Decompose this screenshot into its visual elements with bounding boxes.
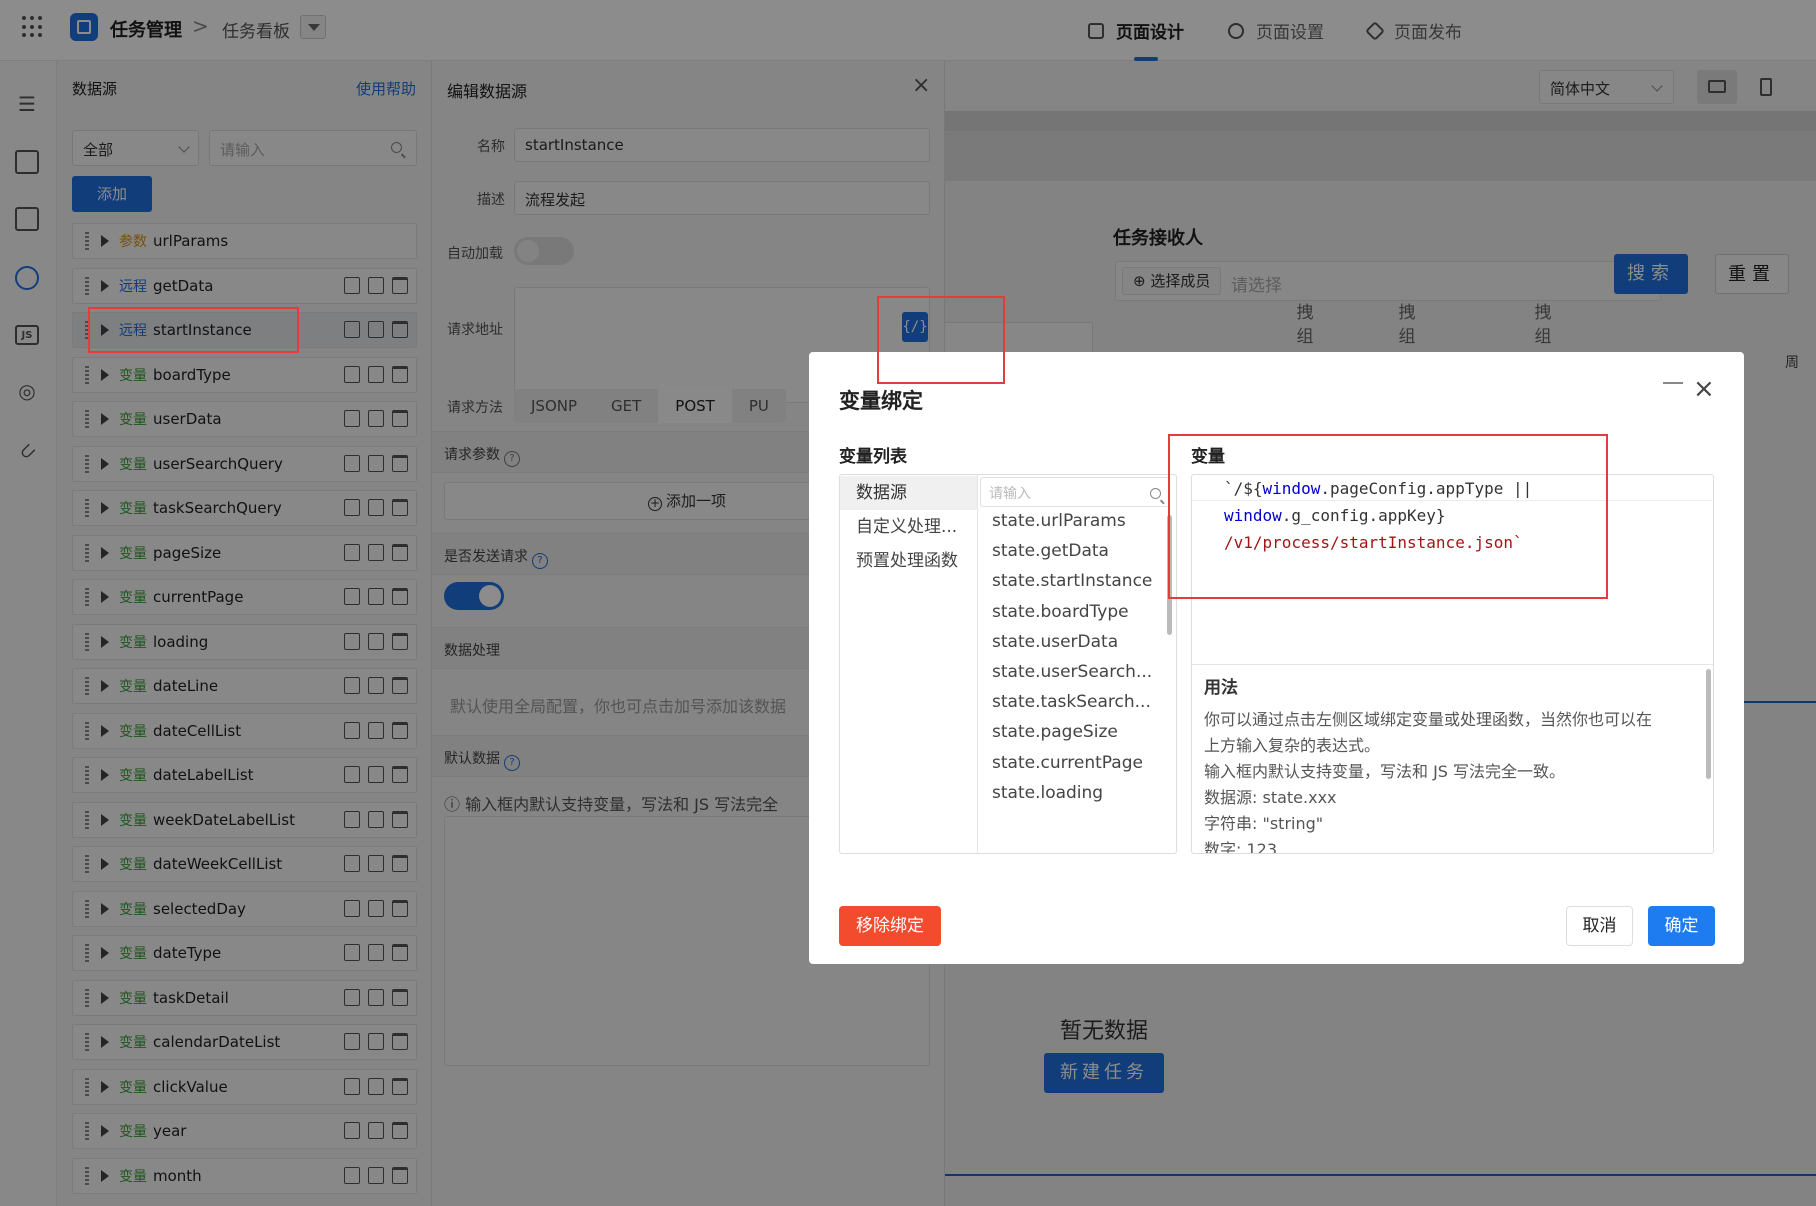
variable-binding-dialog: 变量绑定 × 变量列表 变量 数据源 自定义处理... 预置处理函数 请输入 s… xyxy=(809,352,1744,964)
dialog-title: 变量绑定 xyxy=(839,389,923,413)
variable-item[interactable]: state.pageSize xyxy=(992,722,1118,742)
category-datasource[interactable]: 数据源 xyxy=(840,476,977,510)
close-icon[interactable]: × xyxy=(1693,374,1715,404)
usage-line: 输入框内默认支持变量，写法和 JS 写法完全一致。 xyxy=(1204,762,1566,781)
remove-binding-button[interactable]: 移除绑定 xyxy=(839,906,941,946)
variable-editor-title: 变量 xyxy=(1191,447,1225,467)
minimize-icon[interactable] xyxy=(1663,382,1683,384)
code-line-3: /v1/process/startInstance.json` xyxy=(1224,533,1523,552)
search-icon xyxy=(1150,488,1161,499)
expression-editor[interactable]: `/${window.pageConfig.appType || window.… xyxy=(1192,475,1713,665)
confirm-button[interactable]: 确定 xyxy=(1648,906,1715,946)
variable-item[interactable]: state.urlParams xyxy=(992,511,1126,531)
search-placeholder: 请输入 xyxy=(989,486,1031,502)
usage-title: 用法 xyxy=(1204,678,1238,698)
cancel-button[interactable]: 取消 xyxy=(1566,906,1633,946)
variable-item[interactable]: state.currentPage xyxy=(992,753,1143,773)
variable-item[interactable]: state.userData xyxy=(992,632,1118,652)
scrollbar[interactable] xyxy=(1167,515,1172,635)
category-column: 数据源 自定义处理... 预置处理函数 xyxy=(840,475,978,853)
variable-item[interactable]: state.startInstance xyxy=(992,571,1152,591)
usage-line: 上方输入复杂的表达式。 xyxy=(1204,736,1381,755)
variable-search-input[interactable]: 请输入 xyxy=(980,477,1170,507)
usage-line: 字符串: "string" xyxy=(1204,814,1324,833)
code-line-2: window.g_config.appKey} xyxy=(1224,506,1446,525)
variable-item[interactable]: state.taskSearch... xyxy=(992,692,1151,712)
usage-line: 数据源: state.xxx xyxy=(1204,788,1337,807)
variable-list-title: 变量列表 xyxy=(839,447,907,467)
expression-editor-box: `/${window.pageConfig.appType || window.… xyxy=(1191,474,1714,854)
usage-help: 用法 你可以通过点击左侧区域绑定变量或处理函数，当然你也可以在 上方输入复杂的表… xyxy=(1192,665,1713,854)
category-preset-functions[interactable]: 预置处理函数 xyxy=(840,544,977,578)
variable-item[interactable]: state.getData xyxy=(992,541,1109,561)
scrollbar[interactable] xyxy=(1706,669,1711,779)
variable-list: 数据源 自定义处理... 预置处理函数 请输入 state.urlParams s… xyxy=(839,474,1177,854)
variable-items-column: 请输入 state.urlParams state.getData state.st… xyxy=(978,475,1176,853)
code-line-1: `/${window.pageConfig.appType || xyxy=(1224,479,1533,498)
variable-item[interactable]: state.userSearch... xyxy=(992,662,1152,682)
variable-item[interactable]: state.boardType xyxy=(992,602,1129,622)
category-custom-handlers[interactable]: 自定义处理... xyxy=(840,510,977,544)
variable-item[interactable]: state.loading xyxy=(992,783,1103,803)
usage-line: 你可以通过点击左侧区域绑定变量或处理函数，当然你也可以在 xyxy=(1204,710,1653,729)
usage-line: 数字: 123 xyxy=(1204,840,1278,854)
